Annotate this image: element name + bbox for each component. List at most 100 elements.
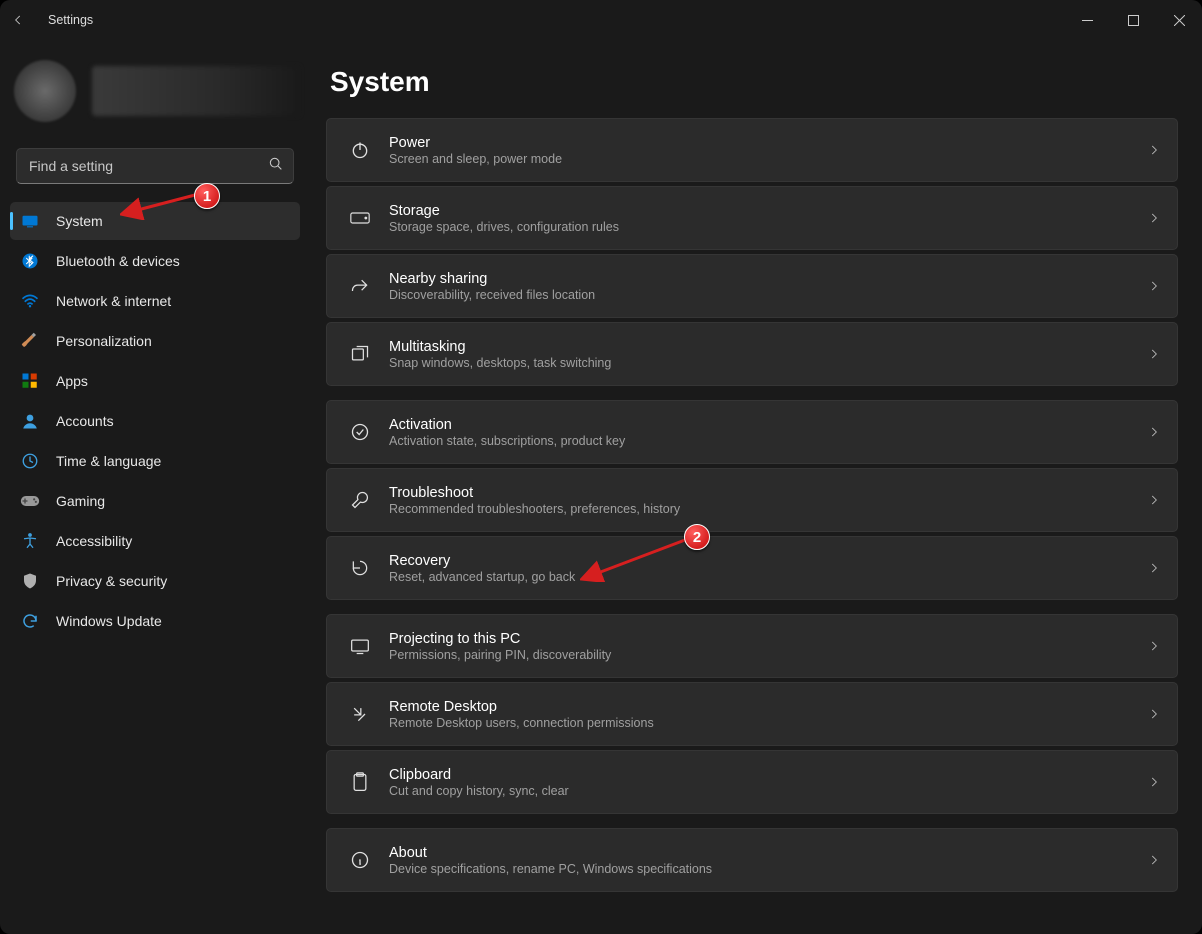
sidebar-item-network[interactable]: Network & internet [10,282,300,320]
sidebar-item-apps[interactable]: Apps [10,362,300,400]
sidebar-item-windows-update[interactable]: Windows Update [10,602,300,640]
sidebar-item-label: Accounts [56,413,114,429]
sidebar-item-label: Gaming [56,493,105,509]
page-title: System [330,66,1178,98]
card-storage[interactable]: Storage Storage space, drives, configura… [326,186,1178,250]
titlebar: Settings [0,0,1202,40]
sidebar-item-label: Apps [56,373,88,389]
card-subtitle: Permissions, pairing PIN, discoverabilit… [389,648,1147,662]
card-title: Projecting to this PC [389,631,1147,647]
update-icon [20,611,40,631]
info-icon [349,849,371,871]
search-icon [268,156,284,172]
card-subtitle: Discoverability, received files location [389,288,1147,302]
user-block[interactable] [10,46,300,136]
paintbrush-icon [20,331,40,351]
card-subtitle: Screen and sleep, power mode [389,152,1147,166]
chevron-right-icon [1147,493,1161,507]
card-activation[interactable]: Activation Activation state, subscriptio… [326,400,1178,464]
sidebar-item-accessibility[interactable]: Accessibility [10,522,300,560]
card-subtitle: Remote Desktop users, connection permiss… [389,716,1147,730]
sidebar-item-gaming[interactable]: Gaming [10,482,300,520]
clock-globe-icon [20,451,40,471]
remote-desktop-icon [349,703,371,725]
sidebar-item-accounts[interactable]: Accounts [10,402,300,440]
card-projecting[interactable]: Projecting to this PC Permissions, pairi… [326,614,1178,678]
card-nearby-sharing[interactable]: Nearby sharing Discoverability, received… [326,254,1178,318]
card-subtitle: Cut and copy history, sync, clear [389,784,1147,798]
sidebar-item-label: Accessibility [56,533,132,549]
sidebar-item-label: Personalization [56,333,152,349]
back-button[interactable] [0,0,36,40]
share-icon [349,275,371,297]
avatar [14,60,76,122]
sidebar-item-label: Windows Update [56,613,162,629]
card-subtitle: Storage space, drives, configuration rul… [389,220,1147,234]
close-button[interactable] [1156,0,1202,40]
sidebar-item-privacy[interactable]: Privacy & security [10,562,300,600]
chevron-right-icon [1147,347,1161,361]
chevron-right-icon [1147,425,1161,439]
card-subtitle: Activation state, subscriptions, product… [389,434,1147,448]
chevron-right-icon [1147,707,1161,721]
card-clipboard[interactable]: Clipboard Cut and copy history, sync, cl… [326,750,1178,814]
card-title: Remote Desktop [389,699,1147,715]
sidebar-item-label: Bluetooth & devices [56,253,180,269]
settings-list: Power Screen and sleep, power mode Stora… [326,118,1178,892]
card-multitasking[interactable]: Multitasking Snap windows, desktops, tas… [326,322,1178,386]
power-icon [349,139,371,161]
sidebar-item-label: Privacy & security [56,573,167,589]
card-title: Storage [389,203,1147,219]
apps-icon [20,371,40,391]
card-title: Activation [389,417,1147,433]
card-about[interactable]: About Device specifications, rename PC, … [326,828,1178,892]
chevron-right-icon [1147,561,1161,575]
user-name-redacted [92,66,300,116]
nav: System Bluetooth & devices Network & int… [10,202,300,640]
card-remote-desktop[interactable]: Remote Desktop Remote Desktop users, con… [326,682,1178,746]
minimize-button[interactable] [1064,0,1110,40]
sidebar-item-personalization[interactable]: Personalization [10,322,300,360]
recovery-icon [349,557,371,579]
display-icon [20,211,40,231]
shield-icon [20,571,40,591]
chevron-right-icon [1147,143,1161,157]
search-field[interactable] [16,148,294,184]
card-title: Power [389,135,1147,151]
accessibility-icon [20,531,40,551]
chevron-right-icon [1147,639,1161,653]
window-title: Settings [36,13,93,27]
bluetooth-icon [20,251,40,271]
card-title: About [389,845,1147,861]
wifi-icon [20,291,40,311]
card-recovery[interactable]: Recovery Reset, advanced startup, go bac… [326,536,1178,600]
callout-2-arrow [580,536,692,582]
card-title: Troubleshoot [389,485,1147,501]
chevron-right-icon [1147,279,1161,293]
callout-1-arrow [120,190,200,220]
gamepad-icon [20,491,40,511]
card-subtitle: Reset, advanced startup, go back [389,570,1147,584]
sidebar-item-bluetooth[interactable]: Bluetooth & devices [10,242,300,280]
card-power[interactable]: Power Screen and sleep, power mode [326,118,1178,182]
checkmark-circle-icon [349,421,371,443]
card-subtitle: Snap windows, desktops, task switching [389,356,1147,370]
chevron-right-icon [1147,775,1161,789]
card-title: Recovery [389,553,1147,569]
sidebar: System Bluetooth & devices Network & int… [0,40,310,934]
multitasking-icon [349,343,371,365]
card-subtitle: Recommended troubleshooters, preferences… [389,502,1147,516]
callout-2: 2 [684,524,710,550]
sidebar-item-label: Network & internet [56,293,171,309]
sidebar-item-time-language[interactable]: Time & language [10,442,300,480]
main-content: System Power Screen and sleep, power mod… [310,40,1202,934]
card-title: Nearby sharing [389,271,1147,287]
search-input[interactable] [16,148,294,184]
projecting-icon [349,635,371,657]
clipboard-icon [349,771,371,793]
maximize-button[interactable] [1110,0,1156,40]
settings-window: Settings [0,0,1202,934]
card-subtitle: Device specifications, rename PC, Window… [389,862,1147,876]
card-title: Clipboard [389,767,1147,783]
card-troubleshoot[interactable]: Troubleshoot Recommended troubleshooters… [326,468,1178,532]
